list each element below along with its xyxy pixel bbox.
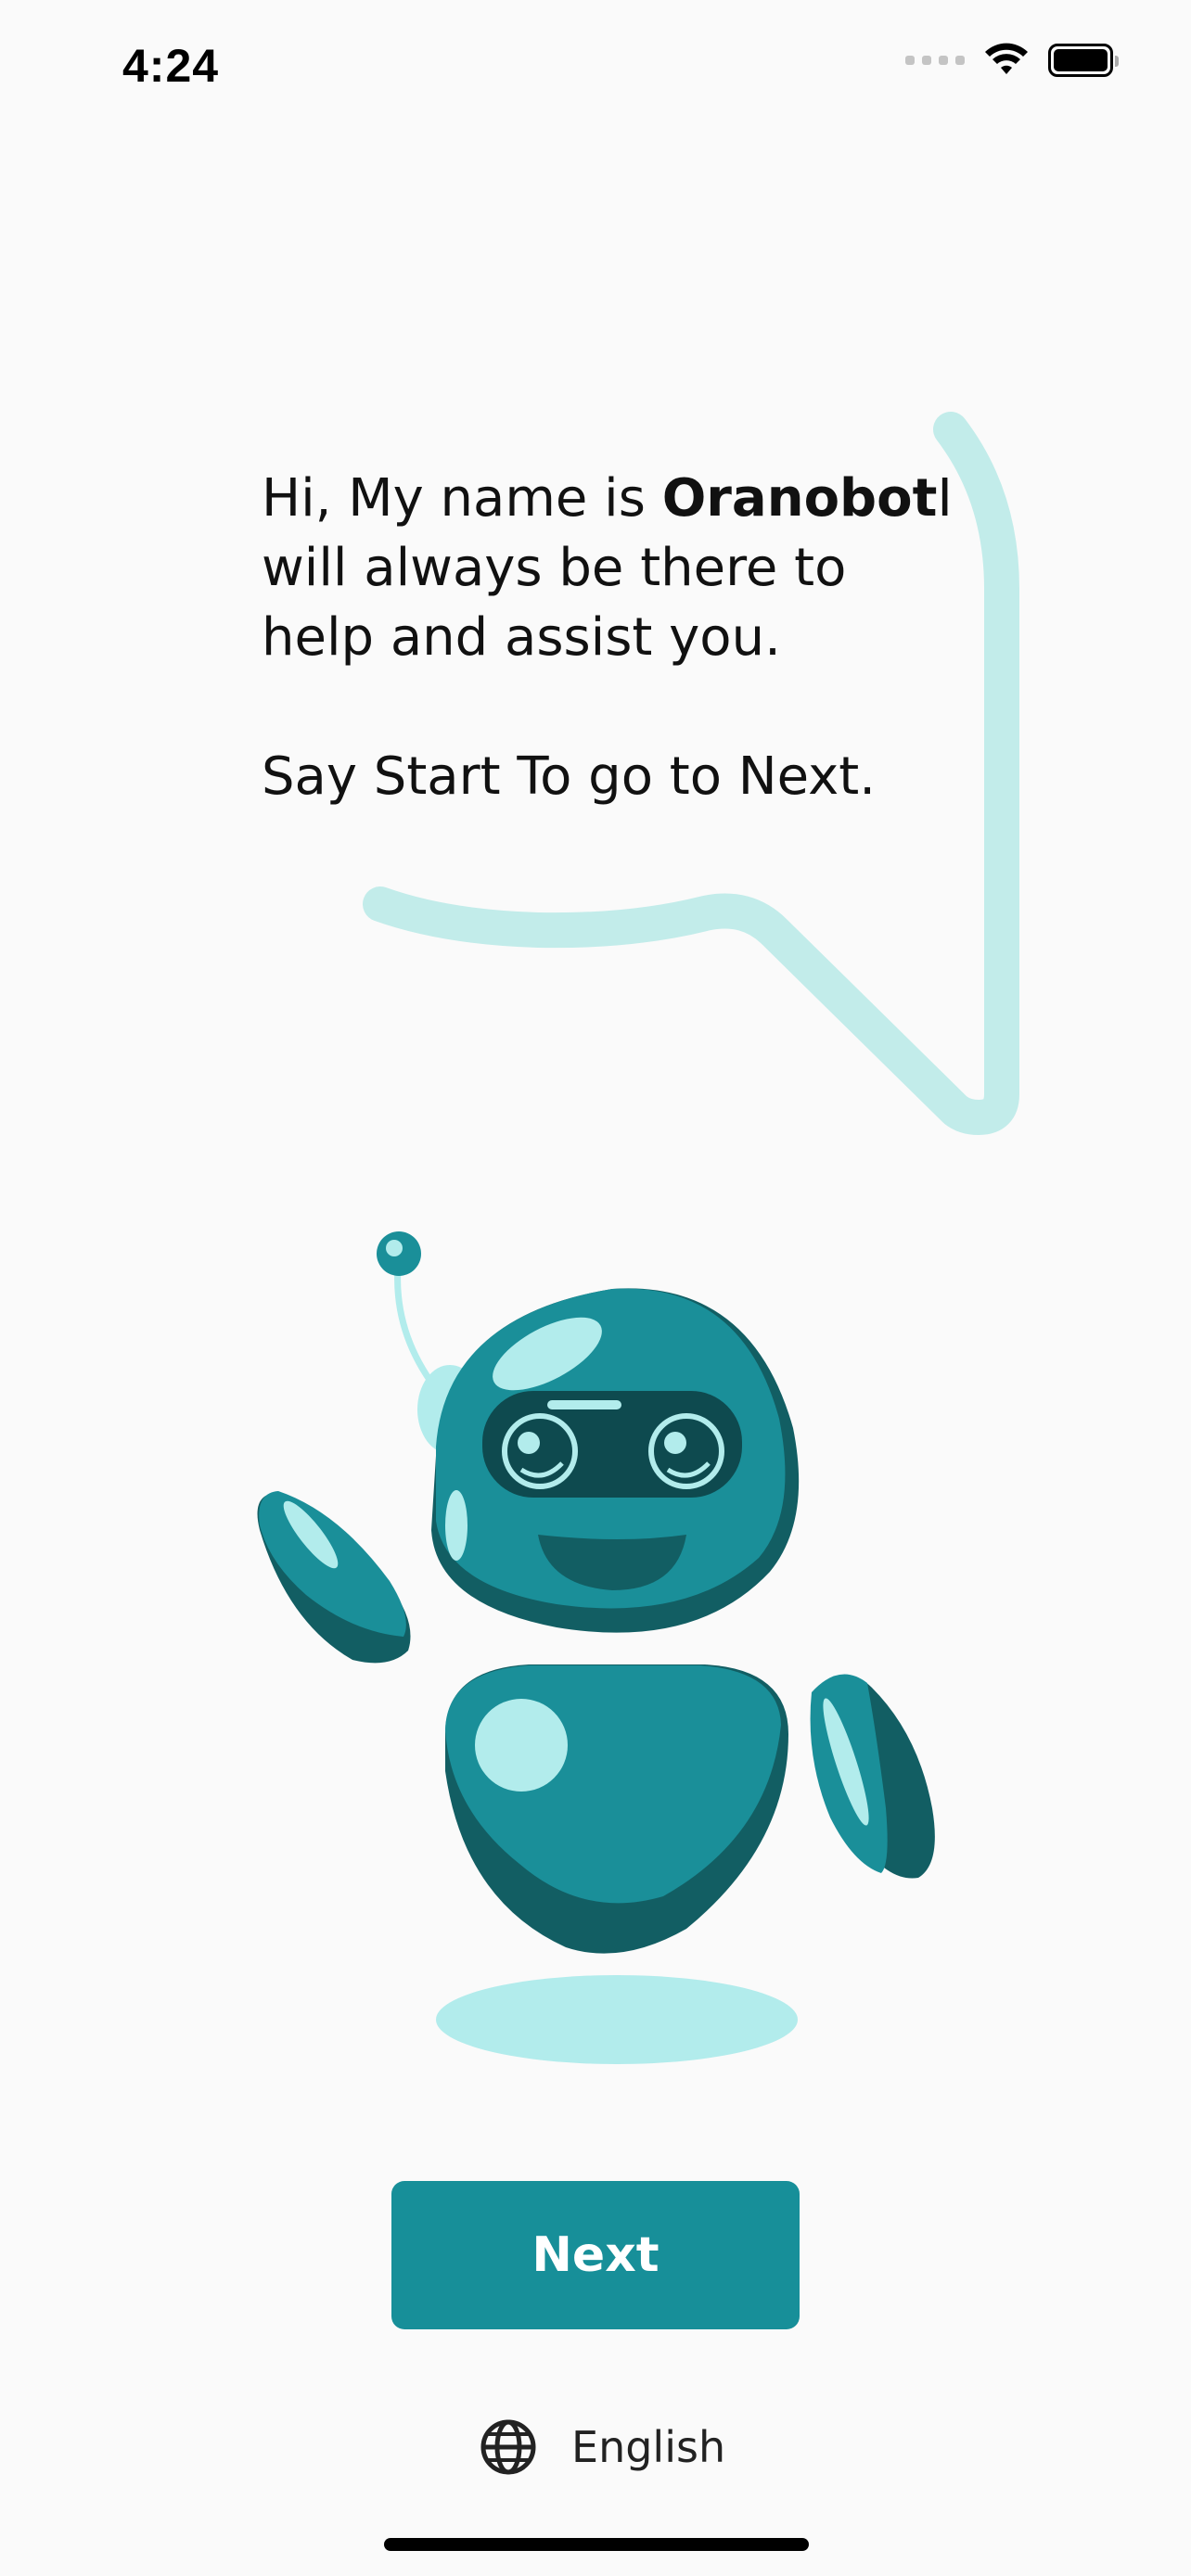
status-icons xyxy=(905,43,1119,78)
greeting-line-3: help and assist you. xyxy=(262,607,781,668)
language-label: English xyxy=(571,2422,726,2472)
greeting-suffix: I xyxy=(937,468,953,529)
status-bar: 4:24 xyxy=(0,0,1191,139)
globe-icon xyxy=(480,2419,536,2475)
battery-icon xyxy=(1048,44,1119,77)
robot-illustration xyxy=(257,1231,935,2064)
cellular-signal-icon xyxy=(905,56,965,65)
greeting-prefix: Hi, My name is xyxy=(262,468,662,529)
greeting-line-1: Hi, My name is OranobotI xyxy=(262,464,953,533)
greeting-line-2: will always be there to xyxy=(262,538,847,598)
next-button[interactable]: Next xyxy=(391,2181,800,2329)
wifi-icon xyxy=(985,43,1028,74)
status-time: 4:24 xyxy=(122,40,220,92)
language-selector[interactable]: English xyxy=(479,2415,725,2480)
instruction-line: Say Start To go to Next. xyxy=(262,746,877,807)
greeting-message: Hi, My name is OranobotI will always be … xyxy=(262,464,953,811)
bot-name: Oranobot xyxy=(661,468,938,529)
home-indicator[interactable] xyxy=(384,2538,809,2551)
